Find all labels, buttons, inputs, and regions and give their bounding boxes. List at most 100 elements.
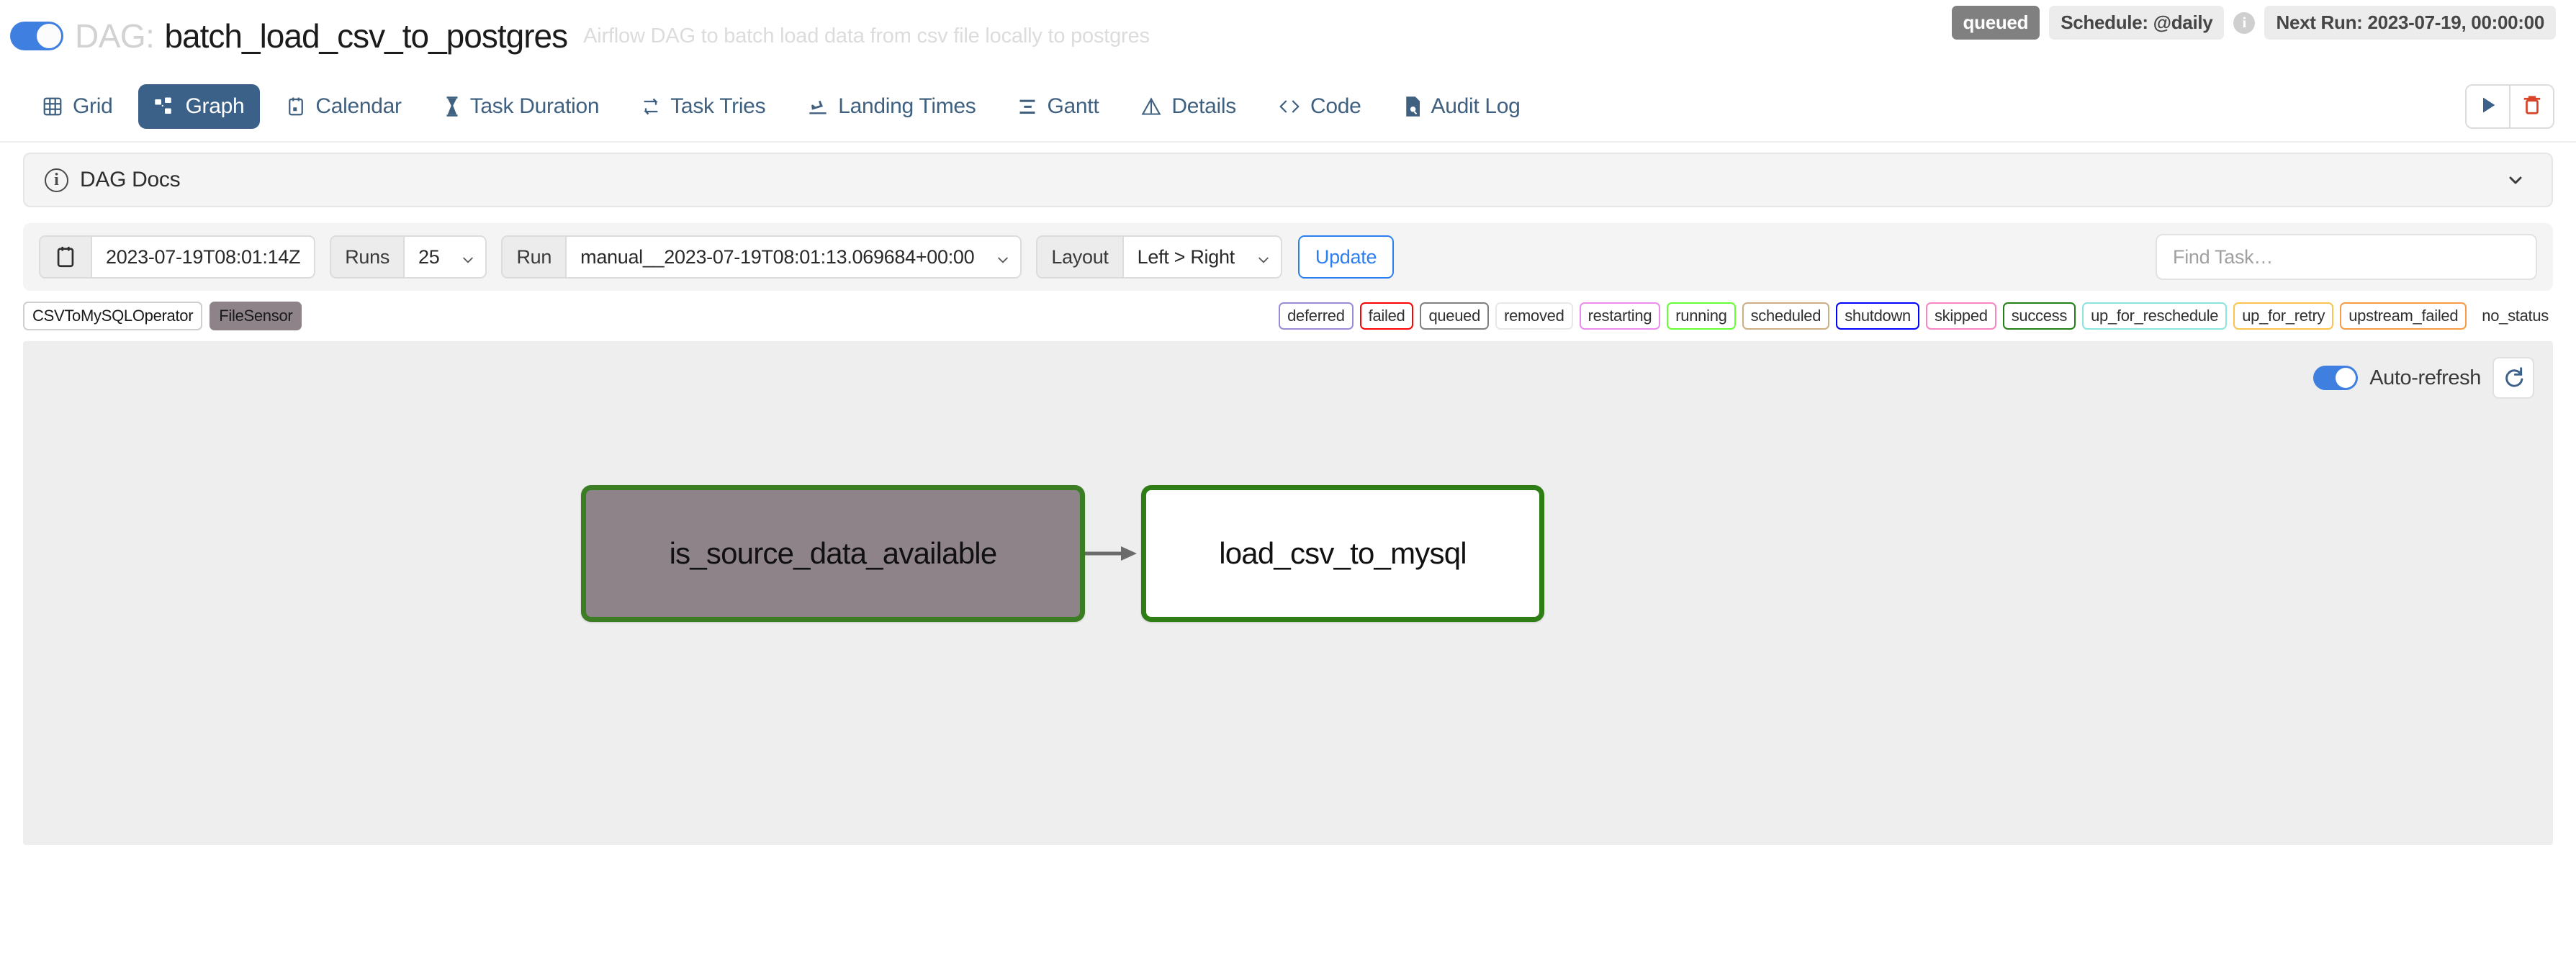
update-button[interactable]: Update bbox=[1298, 235, 1394, 279]
auto-refresh-toggle-knob bbox=[2336, 368, 2356, 388]
status-legend-badge[interactable]: no_status bbox=[2473, 302, 2557, 330]
tab-audit-log-label: Audit Log bbox=[1431, 94, 1521, 119]
tab-details[interactable]: Details bbox=[1125, 84, 1252, 129]
gantt-icon bbox=[1017, 96, 1037, 117]
dag-pause-toggle-knob bbox=[37, 24, 61, 48]
tab-calendar[interactable]: Calendar bbox=[270, 84, 417, 129]
dag-pause-toggle[interactable] bbox=[10, 22, 63, 50]
dag-label: DAG: bbox=[75, 17, 154, 55]
auto-refresh-toggle[interactable] bbox=[2313, 366, 2358, 390]
status-legend-badge[interactable]: scheduled bbox=[1742, 302, 1830, 330]
status-legend-badge[interactable]: up_for_reschedule bbox=[2082, 302, 2227, 330]
graph-nodes: is_source_data_available load_csv_to_mys… bbox=[581, 485, 1544, 622]
dag-docs-accordion[interactable]: i DAG Docs bbox=[23, 153, 2553, 207]
chevron-down-icon bbox=[996, 250, 1010, 264]
graph-edge bbox=[1085, 485, 1141, 622]
delete-dag-button[interactable] bbox=[2510, 84, 2554, 129]
tab-code[interactable]: Code bbox=[1262, 84, 1377, 129]
task-node-load-csv-to-mysql[interactable]: load_csv_to_mysql bbox=[1141, 485, 1544, 622]
audit-log-icon bbox=[1403, 96, 1422, 117]
refresh-icon bbox=[2502, 365, 2525, 392]
layout-label: Layout bbox=[1036, 235, 1122, 279]
refresh-button[interactable] bbox=[2492, 357, 2534, 399]
status-legend-badge[interactable]: deferred bbox=[1279, 302, 1354, 330]
info-circle-icon[interactable]: i bbox=[2233, 12, 2255, 34]
layout-group: Layout Left > Right bbox=[1036, 235, 1282, 279]
status-legend-badge[interactable]: up_for_retry bbox=[2233, 302, 2333, 330]
run-group: Run manual__2023-07-19T08:01:13.069684+0… bbox=[501, 235, 1022, 279]
layout-select-value: Left > Right bbox=[1138, 246, 1235, 268]
runs-group: Runs 25 bbox=[330, 235, 487, 279]
status-legend-badge[interactable]: restarting bbox=[1580, 302, 1661, 330]
tab-gantt[interactable]: Gantt bbox=[1001, 84, 1114, 129]
landing-icon bbox=[807, 96, 829, 117]
tab-task-tries[interactable]: Task Tries bbox=[625, 84, 781, 129]
graph-controls-toolbar: 2023-07-19T08:01:14Z Runs 25 Run manual_… bbox=[23, 223, 2553, 291]
auto-refresh-controls: Auto-refresh bbox=[2313, 357, 2534, 399]
run-select-value: manual__2023-07-19T08:01:13.069684+00:00 bbox=[580, 246, 974, 268]
tab-grid[interactable]: Grid bbox=[26, 84, 128, 129]
page-title: batch_load_csv_to_postgres bbox=[164, 17, 567, 55]
auto-refresh-label: Auto-refresh bbox=[2369, 366, 2481, 390]
tab-details-label: Details bbox=[1171, 94, 1236, 119]
warning-triangle-icon bbox=[1140, 96, 1162, 117]
find-task-input[interactable]: Find Task… bbox=[2156, 234, 2537, 280]
schedule-badge: Schedule: @daily bbox=[2049, 6, 2224, 40]
tab-task-duration[interactable]: Task Duration bbox=[428, 84, 616, 129]
status-legend-badge[interactable]: removed bbox=[1495, 302, 1573, 330]
execution-date-group: 2023-07-19T08:01:14Z bbox=[39, 235, 315, 279]
runs-select[interactable]: 25 bbox=[403, 235, 487, 279]
legend-row: CSVToMySQLOperator FileSensor deferredfai… bbox=[0, 291, 2576, 335]
dag-docs-section: i DAG Docs bbox=[0, 143, 2576, 207]
status-legend-badge[interactable]: failed bbox=[1360, 302, 1414, 330]
code-brackets-icon bbox=[1278, 97, 1301, 116]
layout-select[interactable]: Left > Right bbox=[1122, 235, 1282, 279]
status-legend-badge[interactable]: shutdown bbox=[1836, 302, 1919, 330]
operator-legend-badge[interactable]: FileSensor bbox=[210, 302, 302, 330]
tab-graph[interactable]: Graph bbox=[138, 84, 260, 129]
tab-task-tries-label: Task Tries bbox=[670, 94, 765, 119]
status-badge: queued bbox=[1952, 6, 2040, 40]
tab-code-label: Code bbox=[1310, 94, 1361, 119]
graph-canvas[interactable]: Auto-refresh is_source_data_available lo… bbox=[23, 341, 2553, 845]
hourglass-icon bbox=[443, 96, 461, 117]
status-legend-badge[interactable]: skipped bbox=[1926, 302, 1996, 330]
play-icon bbox=[2478, 95, 2498, 119]
tab-calendar-label: Calendar bbox=[315, 94, 401, 119]
tab-task-duration-label: Task Duration bbox=[470, 94, 600, 119]
retry-icon bbox=[641, 96, 661, 117]
calendar-icon-addon[interactable] bbox=[39, 235, 91, 279]
trash-icon bbox=[2522, 94, 2542, 119]
dag-actions bbox=[2465, 84, 2554, 129]
run-select[interactable]: manual__2023-07-19T08:01:13.069684+00:00 bbox=[565, 235, 1022, 279]
graph-controls-section: 2023-07-19T08:01:14Z Runs 25 Run manual_… bbox=[0, 207, 2576, 291]
runs-label: Runs bbox=[330, 235, 403, 279]
dag-header-meta: queued Schedule: @daily i Next Run: 2023… bbox=[1952, 6, 2556, 40]
dag-header: DAG: batch_load_csv_to_postgres Airflow … bbox=[0, 0, 2576, 72]
tab-landing-times-label: Landing Times bbox=[838, 94, 976, 119]
next-run-badge: Next Run: 2023-07-19, 00:00:00 bbox=[2264, 6, 2556, 40]
dag-view-tabs: Grid Graph Calendar bbox=[0, 72, 2576, 143]
status-legend-badge[interactable]: success bbox=[2003, 302, 2076, 330]
chevron-down-icon bbox=[461, 250, 475, 264]
status-legend-badge[interactable]: upstream_failed bbox=[2340, 302, 2467, 330]
dag-description: Airflow DAG to batch load data from csv … bbox=[583, 24, 1150, 48]
operator-legend-badge[interactable]: CSVToMySQLOperator bbox=[23, 302, 202, 330]
tab-audit-log[interactable]: Audit Log bbox=[1387, 84, 1536, 129]
tab-grid-label: Grid bbox=[73, 94, 112, 119]
tab-graph-label: Graph bbox=[185, 94, 244, 119]
tab-landing-times[interactable]: Landing Times bbox=[791, 84, 991, 129]
dag-docs-title: DAG Docs bbox=[80, 168, 180, 192]
trigger-dag-button[interactable] bbox=[2465, 84, 2510, 129]
chevron-down-icon bbox=[1256, 250, 1271, 264]
execution-date-input[interactable]: 2023-07-19T08:01:14Z bbox=[91, 235, 315, 279]
graph-icon bbox=[154, 96, 176, 117]
status-legend: deferredfailedqueuedremovedrestartingrun… bbox=[1279, 302, 2557, 330]
chevron-down-icon bbox=[2507, 171, 2524, 189]
task-node-is-source-data-available[interactable]: is_source_data_available bbox=[581, 485, 1085, 622]
status-legend-badge[interactable]: queued bbox=[1420, 302, 1489, 330]
status-legend-badge[interactable]: running bbox=[1667, 302, 1735, 330]
run-label: Run bbox=[501, 235, 565, 279]
grid-icon bbox=[42, 96, 63, 117]
info-circle-icon: i bbox=[45, 168, 68, 192]
